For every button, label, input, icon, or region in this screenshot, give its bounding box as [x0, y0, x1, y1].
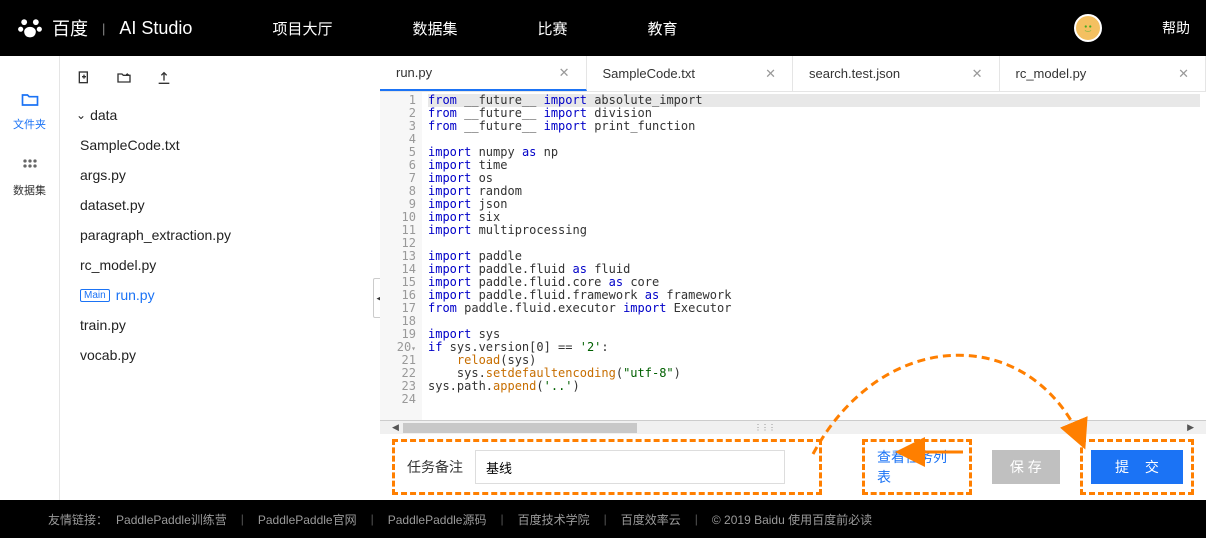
- footer: 友情链接： PaddlePaddle训练营| PaddlePaddle官网| P…: [0, 500, 1206, 538]
- tab-rc-model[interactable]: rc_model.py ✕: [1000, 56, 1206, 91]
- rail-datasets-label: 数据集: [13, 182, 46, 198]
- main-tag: Main: [80, 289, 110, 302]
- nav-projects[interactable]: 项目大厅: [272, 18, 332, 39]
- main-area: 文件夹 数据集 ⌄ data SampleCode.txt args.py dat…: [0, 56, 1206, 500]
- tree-file-selected[interactable]: Main run.py: [60, 280, 380, 310]
- close-icon[interactable]: ✕: [765, 66, 776, 82]
- tree-file[interactable]: args.py: [60, 160, 380, 190]
- scroll-right-icon[interactable]: ▶: [1187, 422, 1194, 433]
- tree-file[interactable]: dataset.py: [60, 190, 380, 220]
- footer-link[interactable]: 百度效率云: [621, 511, 681, 528]
- submit-button[interactable]: 提 交: [1091, 450, 1183, 484]
- tree-dir-data[interactable]: ⌄ data: [60, 100, 380, 130]
- scroll-left-icon[interactable]: ◀: [392, 422, 399, 433]
- baidu-paw-icon: [16, 14, 44, 42]
- scroll-thumb[interactable]: [403, 423, 637, 433]
- tree-file[interactable]: SampleCode.txt: [60, 130, 380, 160]
- brand-baidu: 百度: [52, 15, 88, 41]
- tab-samplecode[interactable]: SampleCode.txt ✕: [587, 56, 794, 91]
- top-nav: 项目大厅 数据集 比赛 教育: [272, 18, 1074, 39]
- tab-label: run.py: [396, 65, 432, 80]
- code-editor[interactable]: 1234567891011121314151617181920▾21222324…: [380, 92, 1206, 420]
- view-tasks-box: 查看任务列表: [862, 439, 972, 495]
- logo[interactable]: 百度 | AI Studio: [16, 14, 192, 42]
- tree-file[interactable]: vocab.py: [60, 340, 380, 370]
- close-icon[interactable]: ✕: [559, 65, 570, 81]
- horizontal-scrollbar[interactable]: ◀ ⋮⋮⋮ ▶: [380, 420, 1206, 434]
- new-folder-icon[interactable]: [116, 70, 132, 86]
- scroll-grip-icon: ⋮⋮⋮: [754, 423, 775, 432]
- brand-divider: |: [102, 21, 105, 36]
- editor-tabs: run.py ✕ SampleCode.txt ✕ search.test.json…: [380, 56, 1206, 92]
- nav-competitions[interactable]: 比赛: [537, 18, 567, 39]
- footer-link[interactable]: PaddlePaddle官网: [258, 511, 357, 528]
- footer-link[interactable]: PaddlePaddle训练营: [116, 511, 227, 528]
- tree-file[interactable]: rc_model.py: [60, 250, 380, 280]
- footer-link[interactable]: 百度技术学院: [518, 511, 590, 528]
- header-right: 帮助: [1074, 14, 1190, 42]
- tree-file-label: paragraph_extraction.py: [80, 227, 231, 243]
- folder-icon: [20, 90, 40, 110]
- brand-studio: AI Studio: [119, 18, 192, 39]
- upload-icon[interactable]: [156, 70, 172, 86]
- user-avatar[interactable]: [1074, 14, 1102, 42]
- tab-run-py[interactable]: run.py ✕: [380, 56, 587, 91]
- view-tasks-link[interactable]: 查看任务列表: [877, 447, 957, 487]
- nav-datasets[interactable]: 数据集: [412, 18, 457, 39]
- dataset-icon: [20, 156, 40, 176]
- top-header: 百度 | AI Studio 项目大厅 数据集 比赛 教育 帮助: [0, 0, 1206, 56]
- task-remark-box: 任务备注: [392, 439, 822, 495]
- tree-file-label: rc_model.py: [80, 257, 156, 273]
- tree-file[interactable]: train.py: [60, 310, 380, 340]
- file-sidebar: ⌄data SampleCode.txt args.py dataset.py …: [60, 56, 380, 500]
- close-icon[interactable]: ✕: [1178, 66, 1189, 82]
- rail-files-label: 文件夹: [13, 116, 46, 132]
- footer-prefix: 友情链接：: [48, 511, 108, 528]
- help-link[interactable]: 帮助: [1162, 18, 1190, 38]
- tree-file[interactable]: paragraph_extraction.py: [60, 220, 380, 250]
- editor-area: ◀ run.py ✕ SampleCode.txt ✕ search.test.js…: [380, 56, 1206, 500]
- rail-datasets[interactable]: 数据集: [0, 146, 59, 208]
- nav-education[interactable]: 教育: [647, 18, 677, 39]
- tree-file-label: args.py: [80, 167, 126, 183]
- chevron-down-icon: ⌄: [76, 108, 86, 122]
- tree-file-label: dataset.py: [80, 197, 145, 213]
- left-rail: 文件夹 数据集: [0, 56, 60, 500]
- tree-file-label: vocab.py: [80, 347, 136, 363]
- new-file-icon[interactable]: [76, 70, 92, 86]
- scroll-track[interactable]: ⋮⋮⋮: [403, 423, 1183, 433]
- tree-file-label: SampleCode.txt: [80, 137, 180, 153]
- tab-search-json[interactable]: search.test.json ✕: [793, 56, 1000, 91]
- save-button[interactable]: 保 存: [992, 450, 1060, 484]
- tree-dir-label: data: [90, 107, 117, 123]
- sidebar-tools: [60, 56, 380, 100]
- line-gutter: 1234567891011121314151617181920▾21222324: [380, 92, 422, 420]
- file-tree: ⌄data SampleCode.txt args.py dataset.py …: [60, 100, 380, 500]
- action-bar: 任务备注 查看任务列表 保 存 提 交: [380, 434, 1206, 500]
- tab-label: search.test.json: [809, 66, 900, 81]
- tree-file-label: run.py: [116, 287, 155, 303]
- submit-box: 提 交: [1080, 439, 1194, 495]
- footer-copyright: © 2019 Baidu 使用百度前必读: [712, 511, 872, 528]
- footer-link[interactable]: PaddlePaddle源码: [388, 511, 487, 528]
- task-remark-input[interactable]: [475, 450, 785, 484]
- tab-label: rc_model.py: [1016, 66, 1087, 81]
- close-icon[interactable]: ✕: [972, 66, 983, 82]
- task-remark-label: 任务备注: [407, 457, 463, 477]
- tree-file-label: train.py: [80, 317, 126, 333]
- code-content[interactable]: from __future__ import absolute_importfr…: [422, 92, 1206, 420]
- monkey-face-icon: [1079, 19, 1097, 37]
- rail-files[interactable]: 文件夹: [0, 80, 59, 142]
- tab-label: SampleCode.txt: [603, 66, 696, 81]
